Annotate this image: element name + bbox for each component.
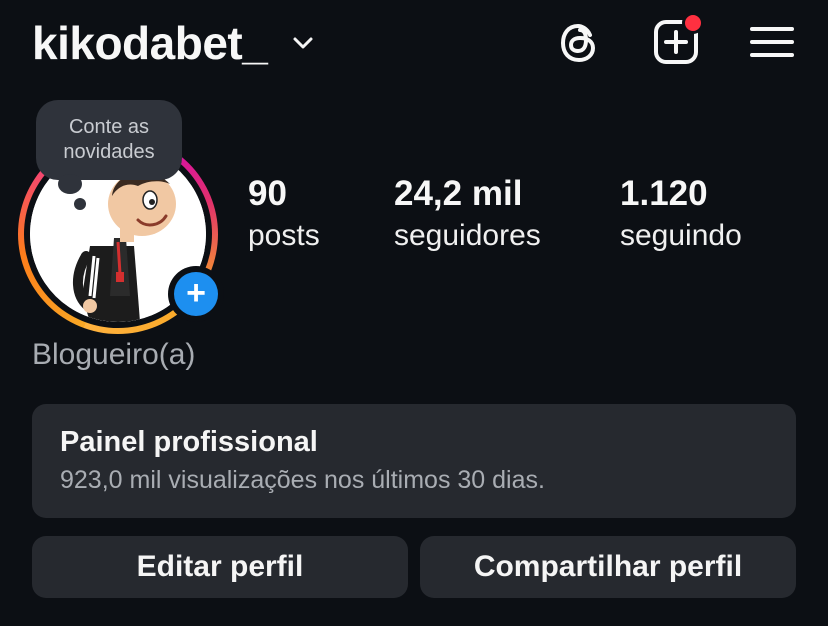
notification-dot	[682, 12, 704, 34]
tooltip-line1: Conte as	[68, 116, 150, 138]
username-title[interactable]: kikodabet_	[32, 16, 268, 70]
stat-following[interactable]: 1.120 seguindo	[620, 172, 742, 256]
tooltip-tail-dot	[74, 198, 86, 210]
share-profile-button[interactable]: Compartilhar perfil	[420, 536, 796, 598]
hamburger-menu-icon[interactable]	[750, 24, 794, 60]
followers-count: 24,2 mil	[394, 174, 523, 213]
professional-dashboard-title: Painel profissional	[60, 426, 318, 458]
profile-screen: kikodabet_ + Conte as novidades 90 posts…	[0, 0, 828, 626]
following-label: seguindo	[620, 219, 742, 252]
stat-followers[interactable]: 24,2 mil seguidores	[394, 172, 541, 256]
edit-profile-button[interactable]: Editar perfil	[32, 536, 408, 598]
following-count: 1.120	[620, 174, 708, 213]
add-story-button[interactable]: +	[168, 266, 224, 322]
profile-category: Blogueiro(a)	[32, 338, 196, 371]
posts-label: posts	[248, 219, 320, 252]
tooltip-tail-dot	[58, 174, 82, 194]
stat-posts[interactable]: 90 posts	[248, 172, 320, 256]
posts-count: 90	[248, 174, 287, 213]
professional-dashboard-subtitle: 923,0 mil visualizações nos últimos 30 d…	[60, 466, 545, 494]
plus-icon: +	[174, 272, 218, 316]
followers-label: seguidores	[394, 219, 541, 252]
chevron-down-icon[interactable]	[290, 30, 316, 56]
tooltip-line2: novidades	[63, 141, 155, 163]
professional-dashboard-card[interactable]: Painel profissional 923,0 mil visualizaç…	[32, 404, 796, 518]
threads-icon[interactable]	[556, 20, 602, 66]
profile-header: kikodabet_	[0, 0, 828, 90]
share-update-tooltip[interactable]: Conte as novidades	[36, 100, 182, 180]
